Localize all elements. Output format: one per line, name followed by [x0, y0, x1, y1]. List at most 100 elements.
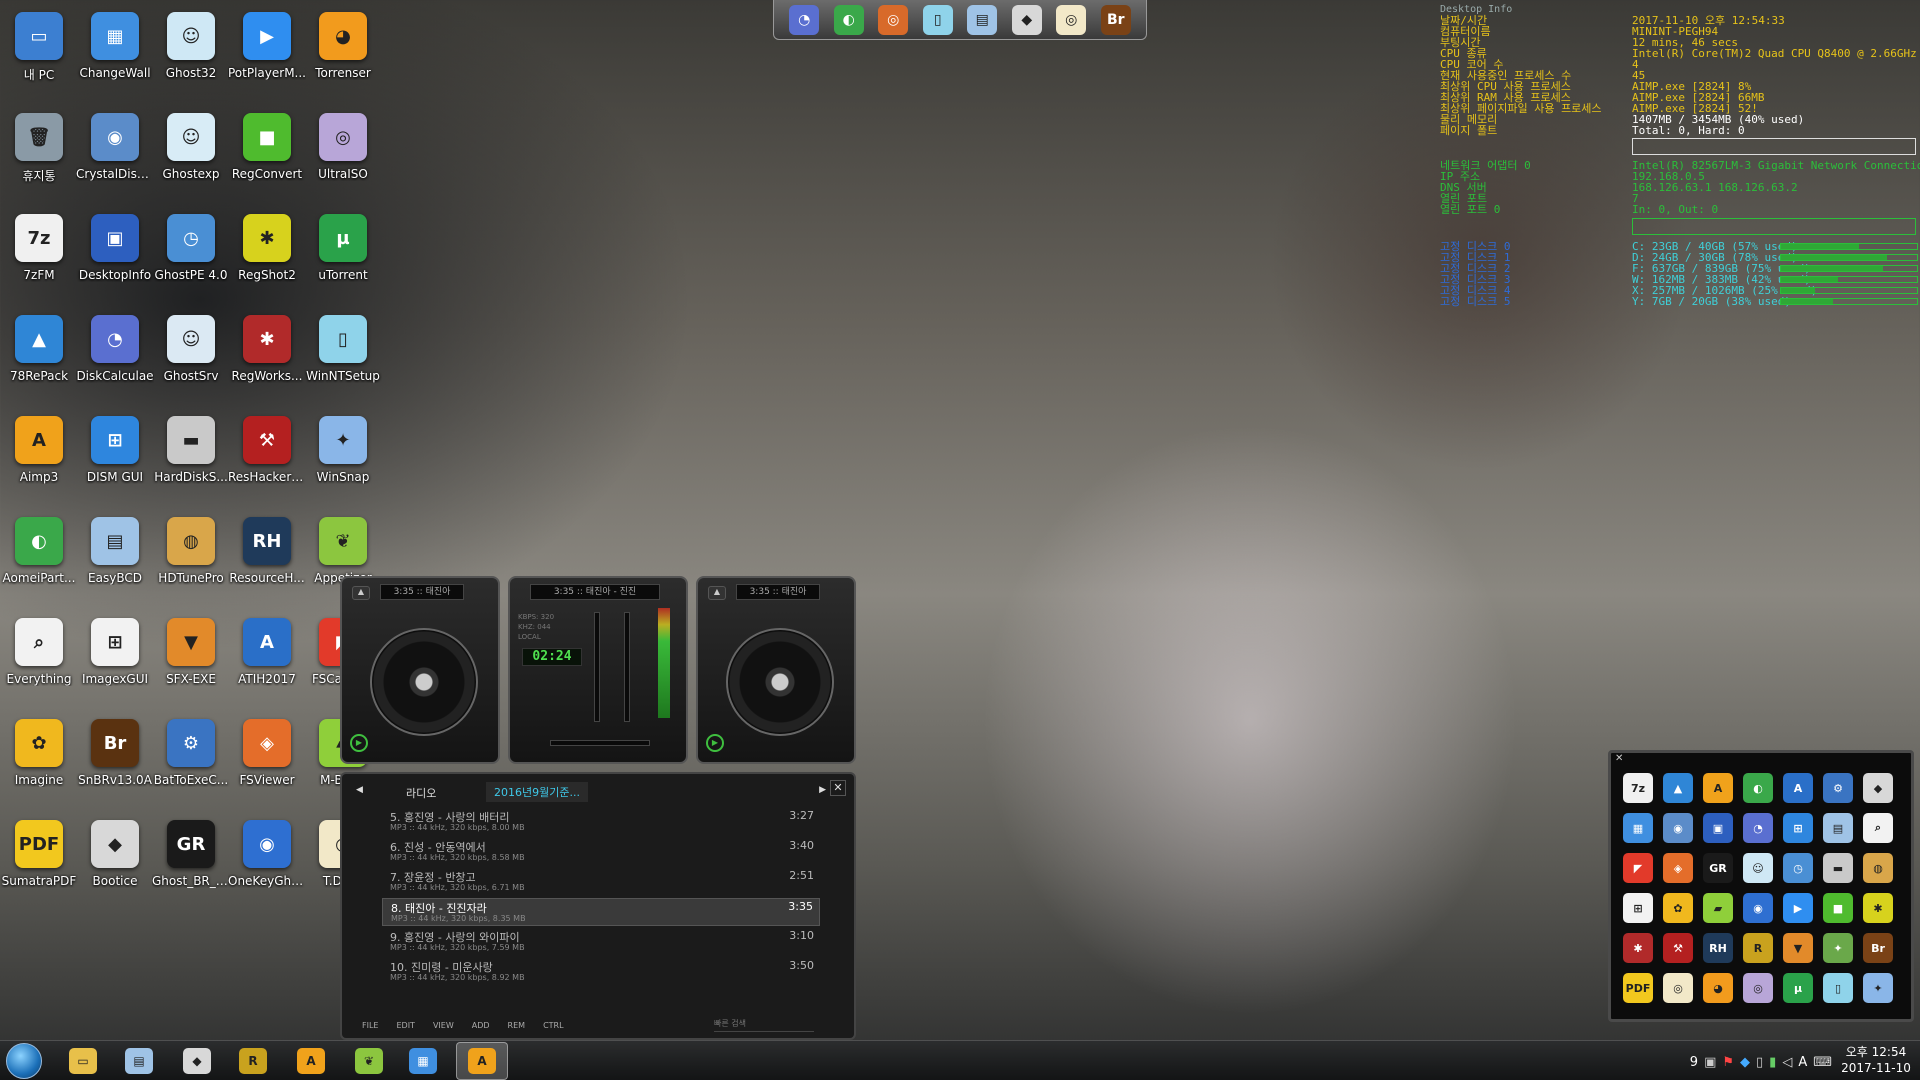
- tray-number[interactable]: 9: [1690, 1055, 1698, 1070]
- launcher-item-icon[interactable]: PDF: [1623, 973, 1653, 1003]
- desktop-icon-bootice[interactable]: ◆ Bootice: [76, 816, 154, 916]
- desktop-icon-ultraiso[interactable]: ◎ UltraISO: [304, 109, 382, 209]
- tab-playlist[interactable]: 2016년9월기준...: [486, 782, 588, 802]
- playlist-track[interactable]: 7. 장윤정 - 반창고 2:51 MP3 :: 44 kHz, 320 kbps,…: [382, 868, 820, 896]
- launcher-item-icon[interactable]: ✦: [1863, 973, 1893, 1003]
- launcher-item-icon[interactable]: 7z: [1623, 773, 1653, 803]
- taskbar-aimp-active-icon[interactable]: A: [456, 1042, 508, 1080]
- taskbar-notepad-icon[interactable]: ▤: [122, 1045, 156, 1077]
- volume-fader[interactable]: [594, 612, 600, 722]
- clock[interactable]: 오후 12:54 2017-11-10: [1840, 1044, 1912, 1076]
- launcher-item-icon[interactable]: ▯: [1823, 973, 1853, 1003]
- tab-next-icon[interactable]: ▶: [819, 785, 826, 795]
- launcher-item-icon[interactable]: ⌕: [1863, 813, 1893, 843]
- launcher-item-icon[interactable]: ▦: [1623, 813, 1653, 843]
- desktop-icon-reshackerfx[interactable]: ⚒ ResHackerFX: [228, 412, 306, 512]
- keyboard-icon[interactable]: ⌨: [1813, 1055, 1832, 1070]
- desktop-icon-ghostsrv[interactable]: ☺ GhostSrv: [152, 311, 230, 411]
- desktop-icon-imagine[interactable]: ✿ Imagine: [0, 715, 78, 815]
- desktop-icon-easybcd[interactable]: ▤ EasyBCD: [76, 513, 154, 613]
- left-deck-play-button[interactable]: ▶: [350, 734, 368, 752]
- launcher-item-icon[interactable]: ◆: [1863, 773, 1893, 803]
- taskbar-aimp-icon[interactable]: A: [294, 1045, 328, 1077]
- playlist-track[interactable]: 9. 홍진영 - 사랑의 와이파이 3:10 MP3 :: 44 kHz, 320 …: [382, 928, 820, 956]
- winntsetup-icon[interactable]: ▯: [922, 4, 953, 35]
- launcher-item-icon[interactable]: ◈: [1663, 853, 1693, 883]
- start-button[interactable]: [6, 1043, 42, 1079]
- desktop-icon-torrenser[interactable]: ◕ Torrenser: [304, 8, 382, 108]
- launcher-item-icon[interactable]: ◔: [1743, 813, 1773, 843]
- desktop-icon-battoexec[interactable]: ⚙ BatToExeC...: [152, 715, 230, 815]
- desktop-icon-potplayerm[interactable]: ▶ PotPlayerM...: [228, 8, 306, 108]
- desktop-icon-ghost-br-v[interactable]: GR Ghost_BR_v...: [152, 816, 230, 916]
- quick-search-input[interactable]: 빠른 검색: [714, 1018, 814, 1032]
- launcher-item-icon[interactable]: ⊞: [1623, 893, 1653, 923]
- launcher-item-icon[interactable]: ■: [1823, 893, 1853, 923]
- taskbar-changewall-icon[interactable]: ▦: [406, 1045, 440, 1077]
- taskbar-explorer-icon[interactable]: ▭: [66, 1045, 100, 1077]
- desktop-icon-winsnap[interactable]: ✦ WinSnap: [304, 412, 382, 512]
- launcher-item-icon[interactable]: ◉: [1663, 813, 1693, 843]
- ime-indicator[interactable]: A: [1798, 1055, 1807, 1070]
- desktop-icon-harddisks[interactable]: ▬ HardDiskS...: [152, 412, 230, 512]
- playlist-track[interactable]: 10. 진미령 - 미운사랑 3:50 MP3 :: 44 kHz, 320 kbp…: [382, 958, 820, 986]
- desktop-icon-regshot2[interactable]: ✱ RegShot2: [228, 210, 306, 310]
- launcher-item-icon[interactable]: ◎: [1663, 973, 1693, 1003]
- playlist-menu-view[interactable]: VIEW: [433, 1021, 454, 1030]
- bootice-icon[interactable]: ◆: [1011, 4, 1042, 35]
- aomei-icon[interactable]: ◐: [833, 4, 864, 35]
- launcher-item-icon[interactable]: R: [1743, 933, 1773, 963]
- desktop-icon-pc[interactable]: ▭ 내 PC: [0, 8, 78, 108]
- desktop-icon-onekeyghost[interactable]: ◉ OneKeyGhost: [228, 816, 306, 916]
- desktop-icon-hdtunepro[interactable]: ◍ HDTunePro: [152, 513, 230, 613]
- launcher-item-icon[interactable]: A: [1783, 773, 1813, 803]
- flag-icon[interactable]: ⚑: [1722, 1055, 1734, 1070]
- tdism-icon[interactable]: ◎: [1056, 4, 1087, 35]
- desktop-icon-sumatrapdf[interactable]: PDF SumatraPDF: [0, 816, 78, 916]
- launcher-item-icon[interactable]: Br: [1863, 933, 1893, 963]
- launcher-item-icon[interactable]: ◍: [1863, 853, 1893, 883]
- snbr-icon[interactable]: Br: [1100, 4, 1131, 35]
- launcher-item-icon[interactable]: ⚒: [1663, 933, 1693, 963]
- launcher-item-icon[interactable]: ▰: [1703, 893, 1733, 923]
- playlist-track[interactable]: 6. 진성 - 안동역에서 3:40 MP3 :: 44 kHz, 320 kbps…: [382, 838, 820, 866]
- desktop-icon-item[interactable]: 🗑 휴지통: [0, 109, 78, 209]
- desktop-icon-ghostexp[interactable]: ☺ Ghostexp: [152, 109, 230, 209]
- launcher-item-icon[interactable]: ◤: [1623, 853, 1653, 883]
- launcher-item-icon[interactable]: ▶: [1783, 893, 1813, 923]
- desktop-icon-winntsetup[interactable]: ▯ WinNTSetup: [304, 311, 382, 411]
- playlist-menu-edit[interactable]: EDIT: [396, 1021, 414, 1030]
- right-deck-eject-button[interactable]: ▲: [708, 586, 726, 600]
- desktop-icon-dism-gui[interactable]: ⊞ DISM GUI: [76, 412, 154, 512]
- desktop-icon-regconvert[interactable]: ■ RegConvert: [228, 109, 306, 209]
- disk-calc-icon[interactable]: ◔: [789, 4, 820, 35]
- desktop-icon-snbrv13-0a[interactable]: Br SnBRv13.0A: [76, 715, 154, 815]
- launcher-item-icon[interactable]: ⚙: [1823, 773, 1853, 803]
- desktop-icon-changewall[interactable]: ▦ ChangeWall: [76, 8, 154, 108]
- battery-icon[interactable]: ▮: [1769, 1055, 1776, 1070]
- desktop-icon-atih2017[interactable]: A ATIH2017: [228, 614, 306, 714]
- launcher-item-icon[interactable]: ▣: [1703, 813, 1733, 843]
- launcher-close-icon[interactable]: ✕: [1615, 753, 1623, 764]
- desktop-icon-utorrent[interactable]: µ uTorrent: [304, 210, 382, 310]
- playlist-menu-add[interactable]: ADD: [472, 1021, 490, 1030]
- taskbar-bootice-icon[interactable]: ◆: [180, 1045, 214, 1077]
- desktop-icon-desktopinfo[interactable]: ▣ DesktopInfo: [76, 210, 154, 310]
- launcher-item-icon[interactable]: ▬: [1823, 853, 1853, 883]
- playlist-menu-rem[interactable]: REM: [508, 1021, 526, 1030]
- usb-icon[interactable]: ▯: [1756, 1055, 1763, 1070]
- network-icon[interactable]: ▣: [1704, 1055, 1716, 1070]
- launcher-item-icon[interactable]: ◷: [1783, 853, 1813, 883]
- desktop-icon-ghostpe-4-0[interactable]: ◷ GhostPE 4.0: [152, 210, 230, 310]
- launcher-item-icon[interactable]: ✦: [1823, 933, 1853, 963]
- launcher-item-icon[interactable]: ◉: [1743, 893, 1773, 923]
- launcher-item-icon[interactable]: ✱: [1623, 933, 1653, 963]
- desktop-icon-sfx-exe[interactable]: ▼ SFX-EXE: [152, 614, 230, 714]
- playlist-track[interactable]: 8. 태진아 - 진진자라 3:35 MP3 :: 44 kHz, 320 kbps…: [382, 898, 820, 926]
- crossfader[interactable]: [550, 740, 650, 746]
- desktop-icon-fsviewer[interactable]: ◈ FSViewer: [228, 715, 306, 815]
- desktop-icon-7zfm[interactable]: 7z 7zFM: [0, 210, 78, 310]
- launcher-item-icon[interactable]: ▼: [1783, 933, 1813, 963]
- launcher-item-icon[interactable]: GR: [1703, 853, 1733, 883]
- launcher-item-icon[interactable]: ✿: [1663, 893, 1693, 923]
